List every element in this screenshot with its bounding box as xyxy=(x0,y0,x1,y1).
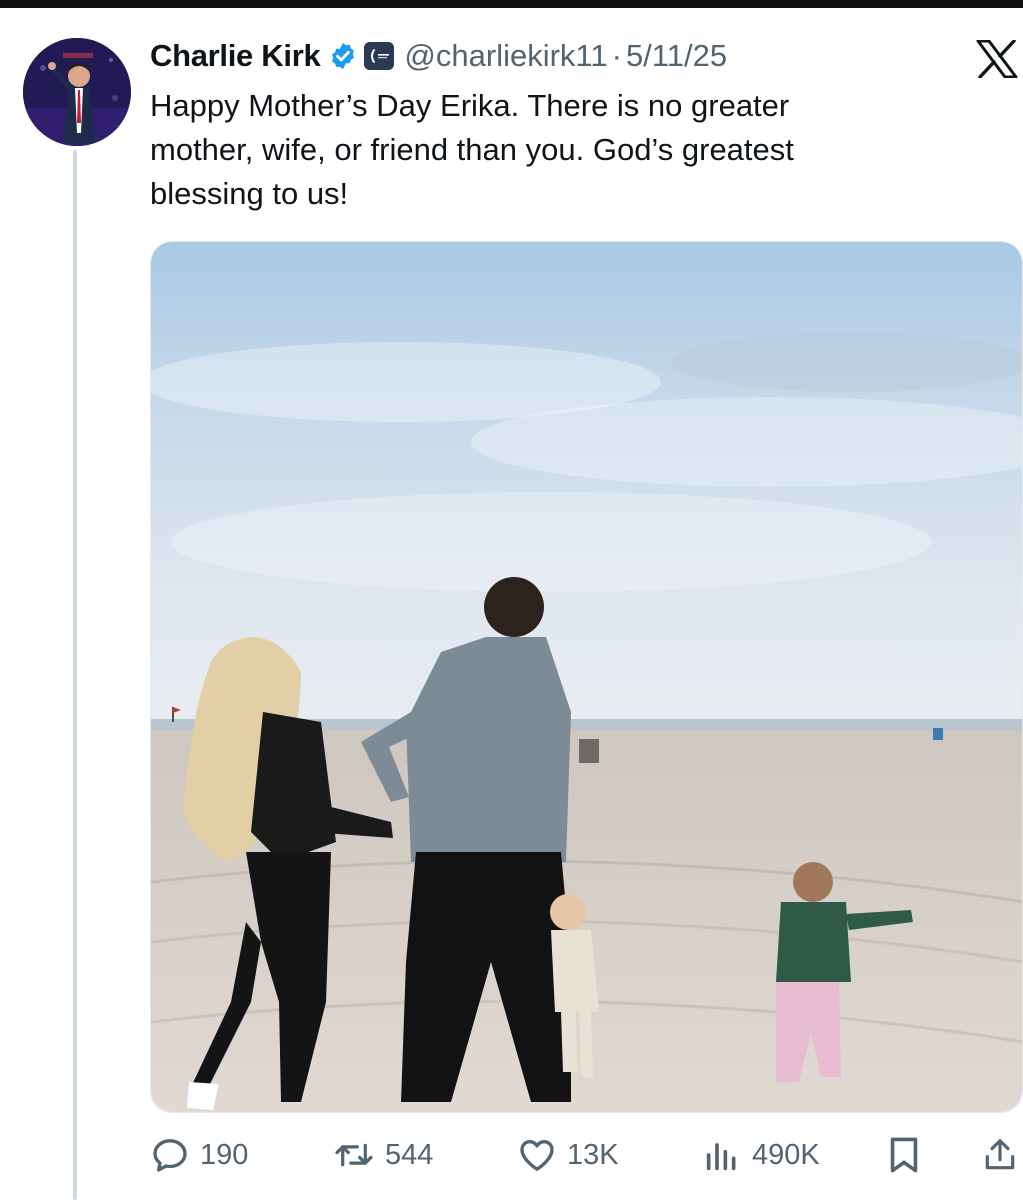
avatar[interactable] xyxy=(23,38,131,146)
repost-count: 544 xyxy=(385,1138,434,1171)
share-button[interactable] xyxy=(981,1130,1019,1180)
author-name[interactable]: Charlie Kirk xyxy=(150,38,321,74)
author-handle[interactable]: @charliekirk11 xyxy=(404,38,607,74)
reply-count: 190 xyxy=(200,1138,249,1171)
beach-family-photo xyxy=(151,242,1022,1112)
repost-icon xyxy=(335,1143,373,1167)
tweet-date[interactable]: 5/11/25 xyxy=(626,38,727,74)
verified-badge-icon xyxy=(328,41,358,71)
repost-button[interactable]: 544 xyxy=(333,1130,433,1180)
bookmark-icon xyxy=(890,1137,918,1173)
heart-icon xyxy=(520,1140,554,1171)
share-icon xyxy=(985,1139,1015,1170)
tweet-text: Happy Mother’s Day Erika. There is no gr… xyxy=(150,88,794,211)
views-icon xyxy=(706,1143,736,1171)
like-button[interactable]: 13K xyxy=(517,1130,619,1180)
avatar-image xyxy=(23,38,131,146)
tweet-action-bar: 190 544 13K 490K xyxy=(150,1130,1023,1180)
reply-button[interactable]: 190 xyxy=(150,1130,248,1180)
organization-badge-icon xyxy=(364,42,395,70)
reply-icon xyxy=(153,1139,187,1172)
x-logo-icon xyxy=(976,39,1018,79)
bookmark-button[interactable] xyxy=(886,1130,922,1180)
like-count: 13K xyxy=(567,1138,619,1171)
thread-connector-line xyxy=(73,150,77,1200)
tweet-header: Charlie Kirk @charliekirk11 · 5/11/25 xyxy=(150,36,727,76)
separator-dot: · xyxy=(611,38,622,73)
tweet-photo[interactable] xyxy=(150,241,1023,1113)
top-frame-bar xyxy=(0,0,1023,8)
views-button[interactable]: 490K xyxy=(702,1130,820,1180)
views-count: 490K xyxy=(752,1138,820,1171)
